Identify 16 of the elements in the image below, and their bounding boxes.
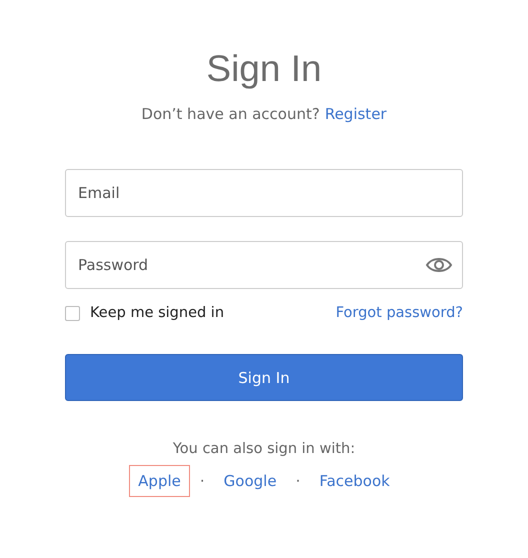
sign-in-button[interactable]: Sign In bbox=[65, 354, 463, 401]
keep-signed-in-checkbox[interactable] bbox=[65, 306, 80, 320]
provider-link[interactable]: Facebook bbox=[310, 465, 399, 497]
separator-dot: · bbox=[200, 472, 205, 490]
register-link[interactable]: Register bbox=[324, 105, 387, 123]
register-prompt: Don’t have an account? bbox=[141, 105, 320, 123]
keep-signed-in-label: Keep me signed in bbox=[90, 305, 224, 321]
password-field[interactable]: Password bbox=[65, 241, 463, 289]
forgot-password-link[interactable]: Forgot password? bbox=[336, 305, 463, 321]
alt-signin-prompt: You can also sign in with: bbox=[172, 441, 356, 457]
provider-link[interactable]: Google bbox=[214, 465, 286, 497]
separator-dot: · bbox=[296, 472, 300, 490]
eye-icon[interactable] bbox=[425, 256, 453, 274]
email-field[interactable]: Email bbox=[65, 169, 463, 217]
page-title: Sign In bbox=[206, 47, 322, 91]
provider-link[interactable]: Apple bbox=[129, 465, 190, 497]
